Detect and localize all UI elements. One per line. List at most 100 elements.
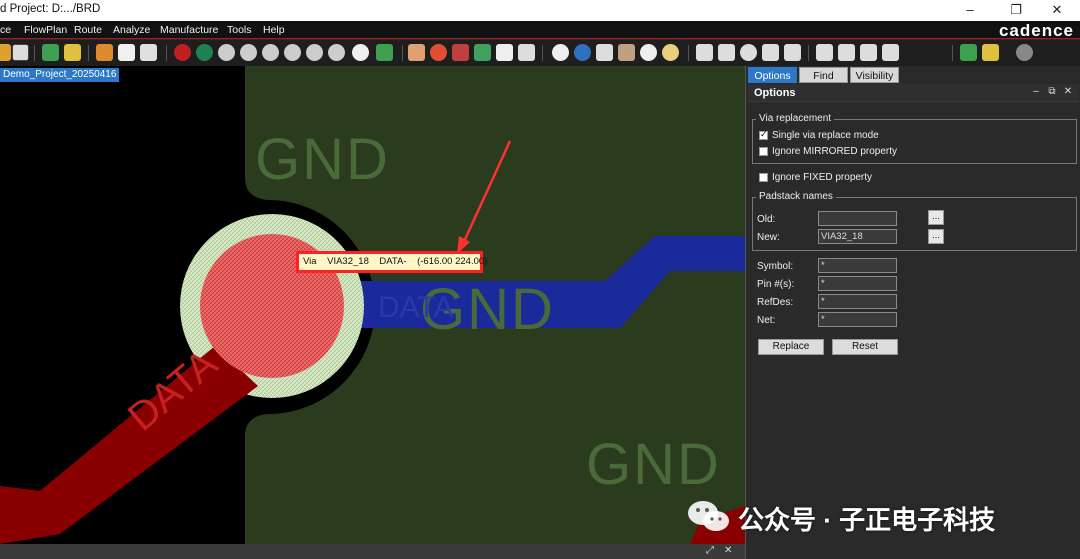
pin-label: Pin #(s): — [757, 279, 795, 290]
zoom-out-icon[interactable] — [284, 44, 301, 61]
maximize-button[interactable]: ❐ — [1004, 1, 1028, 19]
via-replacement-group — [752, 119, 1077, 164]
panel-header: Options – ⧉ ✕ — [748, 84, 1079, 102]
chip-icon[interactable] — [64, 44, 81, 61]
gnd-label-bottom: GND — [586, 432, 721, 497]
document-tab[interactable]: Demo_Project_20250416 — [0, 68, 120, 82]
bottom-close-icon[interactable]: ✕ — [724, 545, 732, 556]
menu-item-manufacture[interactable]: Manufacture — [160, 24, 218, 36]
symbol-field[interactable]: * — [818, 258, 897, 273]
redraw-icon[interactable] — [352, 44, 369, 61]
tool-icon[interactable] — [0, 44, 11, 61]
refdes-label: RefDes: — [757, 297, 794, 308]
ignore-mirrored-checkbox[interactable] — [759, 147, 768, 156]
menu-item-help[interactable]: Help — [263, 24, 285, 36]
shape-circle-icon[interactable] — [740, 44, 757, 61]
flip-icon[interactable] — [982, 44, 999, 61]
panel-float-icon[interactable]: ⧉ — [1046, 86, 1058, 98]
old-browse-button[interactable]: ... — [928, 210, 944, 225]
net-filter-icon[interactable] — [838, 44, 855, 61]
route-icon[interactable] — [96, 44, 113, 61]
zoom-in-icon[interactable] — [262, 44, 279, 61]
swap-icon[interactable] — [140, 44, 157, 61]
minimize-button[interactable]: – — [958, 1, 982, 19]
tooltip-name: VIA32_18 — [327, 256, 369, 267]
fanout-icon[interactable] — [816, 44, 833, 61]
camera-icon[interactable] — [860, 44, 877, 61]
sun-icon[interactable] — [640, 44, 657, 61]
visibility-icon[interactable] — [552, 44, 569, 61]
zoom-icon[interactable] — [240, 44, 257, 61]
tooltip-net: DATA- — [379, 256, 407, 267]
new-label: New: — [757, 232, 780, 243]
new-browse-button[interactable]: ... — [928, 229, 944, 244]
net-field[interactable]: * — [818, 312, 897, 327]
replace-button[interactable]: Replace — [758, 339, 824, 355]
measure-icon[interactable] — [596, 44, 613, 61]
shape-select-icon[interactable] — [762, 44, 779, 61]
tab-find[interactable]: Find — [799, 67, 848, 83]
data-label-blue: DATA — [378, 291, 454, 324]
hand-icon[interactable] — [118, 44, 135, 61]
text-tool-icon[interactable] — [12, 44, 29, 61]
menu-item-place[interactable]: ce — [0, 24, 11, 36]
toolbar — [0, 40, 1080, 66]
window-title: d Project: D:.../BRD — [0, 3, 101, 15]
panel-minimize-icon[interactable]: – — [1030, 86, 1042, 98]
highlight-icon[interactable] — [662, 44, 679, 61]
layer-icon[interactable] — [452, 44, 469, 61]
new-padstack-field[interactable]: VIA32_18 — [818, 229, 897, 244]
color-icon[interactable] — [430, 44, 447, 61]
shape-edit-icon[interactable] — [718, 44, 735, 61]
share-icon[interactable] — [1016, 44, 1033, 61]
menu-item-analyze[interactable]: Analyze — [113, 24, 150, 36]
tooltip-coords: (-616.00 224.00) — [417, 256, 488, 267]
padstack-names-label: Padstack names — [756, 191, 836, 202]
refdes-field[interactable]: * — [818, 294, 897, 309]
design-canvas[interactable]: GND GND GND DATA DATA Via VIA32_18 DATA-… — [0, 66, 745, 544]
refresh-circle-icon[interactable] — [196, 44, 213, 61]
menu-item-tools[interactable]: Tools — [227, 24, 252, 36]
old-padstack-field[interactable] — [818, 211, 897, 226]
tooltip-highlight: Via VIA32_18 DATA- (-616.00 224.00) — [296, 251, 487, 273]
bottom-float-icon[interactable]: ⤢ — [706, 545, 714, 556]
ignore-fixed-checkbox[interactable] — [759, 173, 768, 182]
menu-item-route[interactable]: Route — [74, 24, 102, 36]
pin-field[interactable]: * — [818, 276, 897, 291]
gnd-label-top: GND — [255, 127, 390, 192]
stop-icon[interactable] — [174, 44, 191, 61]
pattern-icon[interactable] — [618, 44, 635, 61]
close-button[interactable]: ✕ — [1045, 1, 1069, 19]
info-icon[interactable] — [574, 44, 591, 61]
shape-add-icon[interactable] — [696, 44, 713, 61]
zoom-world-icon[interactable] — [328, 44, 345, 61]
old-label: Old: — [757, 214, 776, 225]
shape-void-icon[interactable] — [784, 44, 801, 61]
stack-icon[interactable] — [474, 44, 491, 61]
padstack-names-group — [752, 197, 1077, 251]
panel-close-icon[interactable]: ✕ — [1062, 86, 1074, 98]
zoom-fit-icon[interactable] — [218, 44, 235, 61]
export-icon[interactable] — [960, 44, 977, 61]
3d-view-icon[interactable] — [376, 44, 393, 61]
drc-icon[interactable] — [882, 44, 899, 61]
tooltip-type: Via — [303, 256, 317, 267]
cadence-logo: cadence — [998, 21, 1074, 40]
options-panel: Options Find Visibility Options – ⧉ ✕ Vi… — [745, 66, 1080, 559]
via-replacement-label: Via replacement — [756, 113, 835, 124]
zoom-previous-icon[interactable] — [306, 44, 323, 61]
via-tooltip: Via VIA32_18 DATA- (-616.00 224.00) — [299, 254, 487, 270]
wechat-icon — [688, 501, 729, 531]
menu-item-flowplan[interactable]: FlowPlan — [24, 24, 67, 36]
reset-button[interactable]: Reset — [832, 339, 898, 355]
grid-icon[interactable] — [408, 44, 425, 61]
title-bar: d Project: D:.../BRD – ❐ ✕ — [0, 0, 1080, 21]
bottom-panel-strip: ⤢ ✕ — [0, 544, 745, 559]
tab-visibility[interactable]: Visibility — [850, 67, 899, 83]
settings-sheet-icon[interactable] — [518, 44, 535, 61]
single-via-replace-checkbox[interactable] — [759, 129, 768, 140]
watermark-text: 公众号 · 子正电子科技 — [738, 505, 996, 535]
report-icon[interactable] — [496, 44, 513, 61]
tab-options[interactable]: Options — [748, 67, 797, 83]
component-icon[interactable] — [42, 44, 59, 61]
